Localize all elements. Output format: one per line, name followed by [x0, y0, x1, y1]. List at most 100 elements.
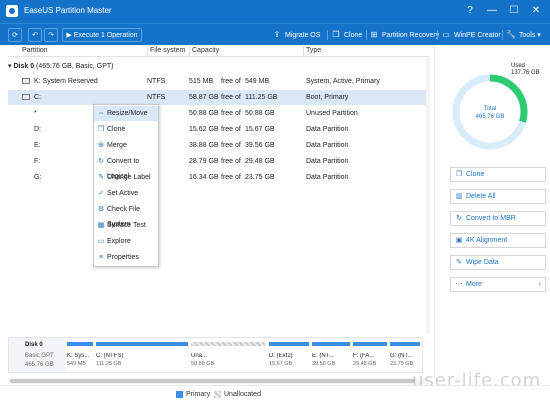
primary-swatch [176, 391, 183, 398]
column-headers: Partition File system Capacity Type [8, 45, 429, 57]
partition-map-label: Una... [191, 353, 208, 359]
surface-icon: ▦ [97, 222, 105, 229]
more-icon: ⋯ [455, 281, 463, 288]
horizontal-scrollbar[interactable] [8, 378, 429, 384]
winpe-creator-button[interactable]: ▭ WinPE Creator [441, 28, 500, 42]
menu-item-check-file-system[interactable]: ⚙ Check File System [94, 202, 158, 228]
sidebar-button-label: Wipe Data [466, 259, 499, 266]
undo-button[interactable]: ↶ [28, 28, 42, 42]
4k-alignment-button[interactable]: ▣ 4K Alignment [450, 233, 546, 248]
resize-icon: ⇔ [97, 110, 105, 117]
partition-recovery-button[interactable]: ⊞ Partition Recovery [369, 28, 440, 42]
menu-item-change-label[interactable]: ✎ Change Label [94, 170, 158, 185]
execute-operation-button[interactable]: ▶ Execute 1 Operation [62, 28, 142, 42]
partition-used: 38.88 GB [189, 142, 219, 149]
properties-icon: ≡ [98, 254, 104, 261]
sidebar-button-label: Clone [466, 171, 485, 178]
partition-map-size: 111.25 GB [96, 361, 122, 367]
legend-unallocated: Unallocated [224, 391, 261, 398]
partition-map-size: 15.67 GB [269, 361, 293, 367]
disk-map-partition[interactable]: E: (NT... 39.56 GB [312, 342, 350, 370]
free-of-text: free of [221, 158, 241, 165]
column-divider [303, 46, 304, 56]
disk-map-partition[interactable]: Una... 50.88 GB [191, 342, 265, 370]
menu-item-explore[interactable]: ▭ Explore [94, 234, 158, 249]
table-row-selected[interactable]: C: NTFS 58.87 GB free of 111.25 GB Boot,… [8, 90, 429, 105]
disk-map-partition[interactable]: D: (Ext2) 15.67 GB [269, 342, 309, 370]
partition-name: F: [34, 158, 41, 165]
free-of-text: free of [221, 142, 241, 149]
col-file-system[interactable]: File system [150, 47, 185, 54]
refresh-button[interactable]: ⟳ [8, 28, 22, 42]
menu-item-merge[interactable]: ⊕ Merge [94, 138, 158, 153]
disk-header[interactable]: ▾ Disk 0 (465.76 GB, Basic, GPT) [8, 62, 113, 70]
disk-map: Disk 0 Basic GPT 465.76 GB K: Sys... 549 … [8, 337, 423, 373]
menu-item-surface-test[interactable]: ▦ Surface Test [94, 218, 158, 233]
minimize-button[interactable]: — [482, 2, 502, 20]
clone-button[interactable]: ❐ Clone [331, 28, 362, 42]
partition-map-size: 50.88 GB [191, 361, 215, 367]
partition-used: 58.87 GB [189, 94, 219, 101]
partition-type: Data Partition [306, 158, 349, 165]
menu-item-resize-move[interactable]: ⇔ Resize/Move [94, 106, 158, 121]
menu-item-label: Clone [107, 126, 126, 133]
partition-type: Unused Partition [306, 110, 358, 117]
delete-all-button[interactable]: ▥ Delete All [450, 189, 546, 204]
menu-item-label: Merge [107, 142, 127, 149]
clone-icon: ❐ [97, 126, 105, 133]
wipe-data-button[interactable]: ✎ Wipe Data [450, 255, 546, 270]
more-button[interactable]: ⋯ More › [450, 277, 546, 292]
menu-item-label: Resize/Move [107, 110, 148, 117]
tools-button[interactable]: 🔧 Tools ▾ [506, 28, 541, 42]
execute-label: Execute 1 Operation [73, 32, 138, 39]
menu-item-clone[interactable]: ❐ Clone [94, 122, 158, 137]
redo-button[interactable]: ↷ [44, 28, 58, 42]
col-capacity[interactable]: Capacity [192, 47, 219, 54]
migrate-os-icon: ⇪ [273, 30, 281, 39]
free-of-text: free of [221, 174, 241, 181]
disk-map-partition[interactable]: G: (NT... 23.75 GB [390, 342, 420, 370]
clone-button[interactable]: ❐ Clone [450, 167, 546, 182]
free-of-text: free of [221, 126, 241, 133]
table-row[interactable]: G: 16.34 GB free of 23.75 GB Data Partit… [8, 170, 429, 185]
table-row[interactable]: E: 38.88 GB free of 39.56 GB Data Partit… [8, 138, 429, 153]
disk-map-partition[interactable]: K: Sys... 549 MB [67, 342, 93, 370]
context-menu: ⇔ Resize/Move ❐ Clone ⊕ Merge ↻ Convert to L… [93, 104, 159, 267]
menu-item-convert-to-logical[interactable]: ↻ Convert to Logical [94, 154, 158, 180]
table-row[interactable]: D: 15.62 GB free of 15.67 GB Data Partit… [8, 122, 429, 137]
convert-to-mbr-button[interactable]: ↻ Convert to MBR [450, 211, 546, 226]
wipe-icon: ✎ [456, 259, 462, 266]
menu-item-set-active[interactable]: ✓ Set Active [94, 186, 158, 201]
table-row[interactable]: K: System Reserved NTFS 515 MB free of 5… [8, 74, 429, 89]
menu-item-properties[interactable]: ≡ Properties [94, 250, 158, 265]
toolbar: ⟳ ↶ ↷ ▶ Execute 1 Operation ⇪ Migrate OS … [0, 23, 550, 45]
legend: Primary Unallocated [0, 385, 550, 404]
chevron-right-icon: › [538, 281, 541, 288]
disk-map-info: Disk 0 Basic GPT 465.76 GB [9, 338, 65, 372]
col-type[interactable]: Type [306, 47, 321, 54]
partition-recovery-label: Partition Recovery [382, 32, 440, 39]
legend-primary: Primary [186, 391, 211, 398]
disk-map-size: 465.76 GB [25, 362, 54, 368]
partition-total: 23.75 GB [245, 174, 275, 181]
vertical-scrollbar[interactable] [426, 57, 430, 333]
convert-icon: ↻ [456, 215, 462, 222]
app-logo-icon [6, 5, 18, 17]
column-divider [147, 46, 148, 56]
table-row[interactable]: F: 28.79 GB free of 29.48 GB Data Partit… [8, 154, 429, 169]
maximize-button[interactable]: ☐ [504, 2, 524, 20]
scrollbar-thumb[interactable] [10, 379, 415, 383]
disk-map-partition[interactable]: C: (NTFS) 111.25 GB [96, 342, 188, 370]
migrate-os-button[interactable]: ⇪ Migrate OS [272, 28, 321, 42]
col-partition[interactable]: Partition [22, 47, 48, 54]
partition-map-size: 549 MB [67, 361, 86, 367]
close-button[interactable]: ✕ [526, 2, 546, 20]
donut-inner [463, 85, 517, 139]
toolbar-divider [366, 30, 367, 40]
partition-bar [353, 342, 387, 346]
table-row[interactable]: * 50.88 GB free of 50.88 GB Unused Parti… [8, 106, 429, 121]
help-icon[interactable]: ? [460, 2, 480, 20]
partition-type: System, Active, Primary [306, 78, 380, 85]
disk-map-partition[interactable]: F: (FA... 29.48 GB [353, 342, 387, 370]
menu-item-label: Surface Test [107, 222, 146, 229]
